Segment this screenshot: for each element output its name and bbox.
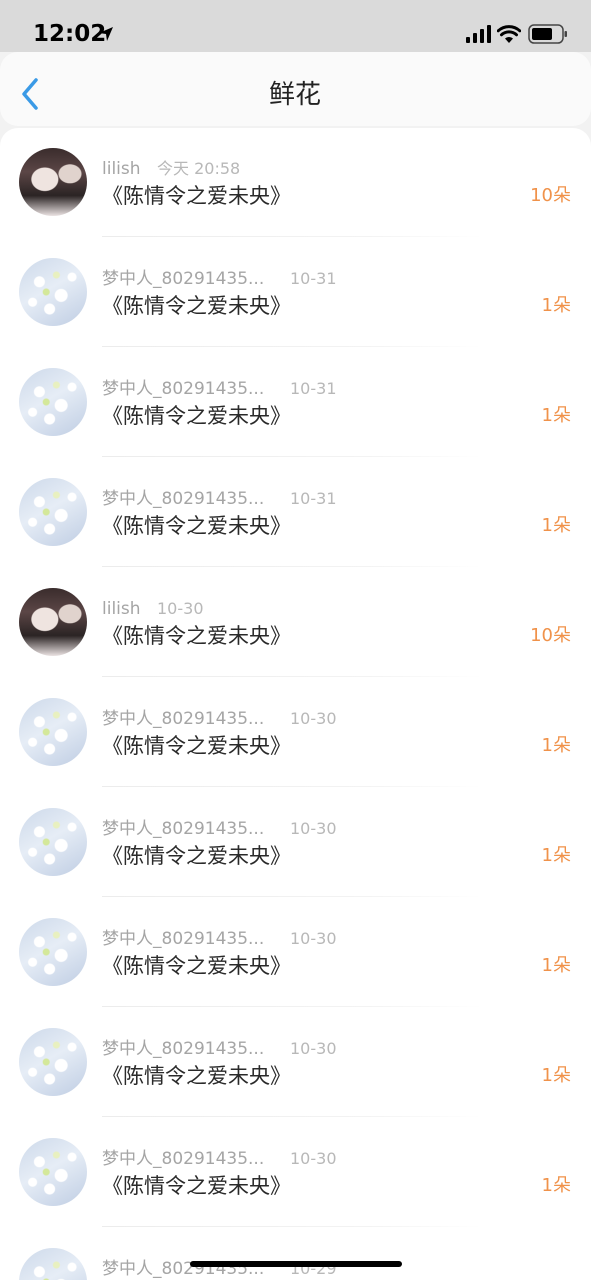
wifi-icon	[497, 25, 521, 43]
status-time: 12:02	[33, 21, 107, 47]
gift-date: 10-30	[290, 709, 337, 728]
sender-name: lilish	[102, 159, 141, 179]
gift-date: 10-31	[290, 489, 337, 508]
book-title: 《陈情令之爱未央》	[102, 1174, 291, 1198]
book-title: 《陈情令之爱未央》	[102, 404, 291, 428]
divider	[102, 456, 482, 457]
avatar[interactable]	[19, 1028, 87, 1096]
divider	[102, 1116, 482, 1117]
divider	[102, 786, 482, 787]
list-item[interactable]: 梦中人_80291435... 10-31 《陈情令之爱未央》 1朵	[0, 348, 591, 458]
book-title: 《陈情令之爱未央》	[102, 844, 291, 868]
avatar[interactable]	[19, 918, 87, 986]
flower-count: 1朵	[541, 1065, 571, 1086]
list-item[interactable]: 梦中人_80291435... 10-31 《陈情令之爱未央》 1朵	[0, 238, 591, 348]
avatar[interactable]	[19, 1138, 87, 1206]
flower-count: 1朵	[541, 955, 571, 976]
sender-name: lilish	[102, 599, 141, 619]
avatar[interactable]	[19, 808, 87, 876]
flower-count: 1朵	[541, 1175, 571, 1196]
sender-name: 梦中人_80291435...	[102, 379, 265, 399]
flower-count: 1朵	[541, 845, 571, 866]
list-item[interactable]: 梦中人_80291435... 10-30 《陈情令之爱未央》 1朵	[0, 678, 591, 788]
home-indicator	[190, 1261, 402, 1267]
sender-name: 梦中人_80291435...	[102, 1039, 265, 1059]
book-title: 《陈情令之爱未央》	[102, 734, 291, 758]
list-item[interactable]: 梦中人_80291435... 10-30 《陈情令之爱未央》 1朵	[0, 1008, 591, 1118]
book-title: 《陈情令之爱未央》	[102, 1064, 291, 1088]
gift-date: 10-31	[290, 379, 337, 398]
avatar[interactable]	[19, 368, 87, 436]
gift-date: 10-30	[290, 819, 337, 838]
signal-icon	[466, 25, 491, 43]
sender-name: 梦中人_80291435...	[102, 709, 265, 729]
chevron-left-icon[interactable]	[14, 74, 50, 114]
book-title: 《陈情令之爱未央》	[102, 294, 291, 318]
book-title: 《陈情令之爱未央》	[102, 514, 291, 538]
gift-date: 10-30	[157, 599, 204, 618]
page-title: 鲜花	[268, 80, 321, 110]
divider	[102, 1006, 482, 1007]
flower-count: 10朵	[530, 185, 571, 206]
divider	[102, 896, 482, 897]
avatar[interactable]	[19, 148, 87, 216]
sender-name: 梦中人_80291435...	[102, 269, 265, 289]
gift-date: 今天 20:58	[157, 159, 241, 178]
list-item[interactable]: 梦中人_80291435... 10-30 《陈情令之爱未央》 1朵	[0, 1118, 591, 1228]
divider	[102, 346, 482, 347]
sender-name: 梦中人_80291435...	[102, 819, 265, 839]
list-item[interactable]: lilish 今天 20:58 《陈情令之爱未央》 10朵	[0, 128, 591, 238]
gift-date: 10-30	[290, 1149, 337, 1168]
avatar[interactable]	[19, 258, 87, 326]
divider	[102, 566, 482, 567]
book-title: 《陈情令之爱未央》	[102, 954, 291, 978]
sender-name: 梦中人_80291435...	[102, 929, 265, 949]
flower-count: 1朵	[541, 295, 571, 316]
avatar[interactable]	[19, 698, 87, 766]
divider	[102, 676, 482, 677]
avatar[interactable]	[19, 478, 87, 546]
location-arrow-icon	[99, 27, 113, 41]
sender-name: 梦中人_80291435...	[102, 489, 265, 509]
flower-count: 1朵	[541, 515, 571, 536]
gift-list: lilish 今天 20:58 《陈情令之爱未央》 10朵 梦中人_802914…	[0, 128, 591, 1280]
divider	[102, 1226, 482, 1227]
avatar[interactable]	[19, 1248, 87, 1280]
gift-date: 10-30	[290, 1039, 337, 1058]
flower-count: 1朵	[541, 735, 571, 756]
avatar[interactable]	[19, 588, 87, 656]
battery-icon	[528, 24, 567, 44]
list-item[interactable]: lilish 10-30 《陈情令之爱未央》 10朵	[0, 568, 591, 678]
book-title: 《陈情令之爱未央》	[102, 624, 291, 648]
navigation-bar: 鲜花	[0, 52, 591, 126]
status-bar: 12:02	[0, 0, 591, 52]
flower-count: 10朵	[530, 625, 571, 646]
gift-date: 10-31	[290, 269, 337, 288]
list-item[interactable]: 梦中人_80291435... 10-31 《陈情令之爱未央》 1朵	[0, 458, 591, 568]
sender-name: 梦中人_80291435...	[102, 1149, 265, 1169]
list-item[interactable]: 梦中人_80291435... 10-30 《陈情令之爱未央》 1朵	[0, 788, 591, 898]
book-title: 《陈情令之爱未央》	[102, 184, 291, 208]
list-item[interactable]: 梦中人_80291435... 10-29	[0, 1228, 591, 1280]
divider	[102, 236, 482, 237]
gift-date: 10-30	[290, 929, 337, 948]
flower-count: 1朵	[541, 405, 571, 426]
list-item[interactable]: 梦中人_80291435... 10-30 《陈情令之爱未央》 1朵	[0, 898, 591, 1008]
